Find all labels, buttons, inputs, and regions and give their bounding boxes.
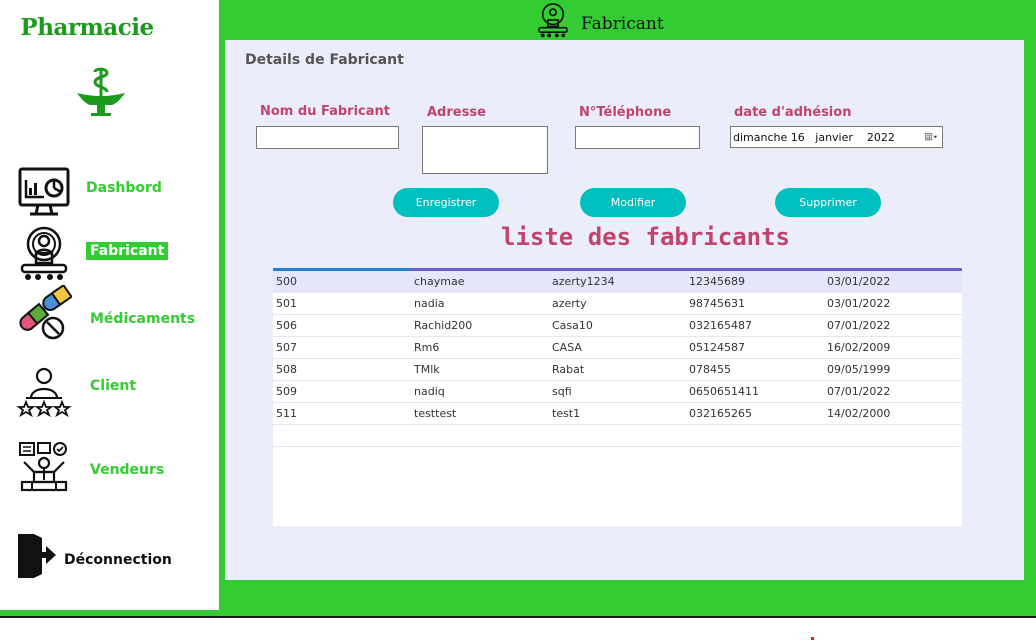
sidebar-item-label: Déconnection [64,552,172,568]
table-cell: azerty1234 [552,275,615,288]
list-title: liste des fabricants [501,223,790,251]
table-cell: Rm6 [414,341,440,354]
table-cell: Rabat [552,363,585,376]
table-cell: 03/01/2022 [827,297,891,310]
app-brand: Pharmacie [20,14,154,41]
table-cell: 12345689 [689,275,745,288]
table-cell: 14/02/2000 [827,407,891,420]
table-cell: Rachid200 [414,319,473,332]
table-cell: 507 [276,341,297,354]
manufacturer-icon [20,226,68,280]
edit-button[interactable]: Modifier [580,188,686,217]
table-row[interactable]: 506 Rachid200 Casa10 032165487 07/01/2022 [273,315,962,337]
table-cell: 05124587 [689,341,745,354]
sidebar-item-label: Dashbord [86,180,162,196]
manufacturers-table[interactable]: 500 chaymae azerty1234 12345689 03/01/2022 50… [273,268,962,526]
table-row[interactable]: 511 testtest test1 032165265 14/02/2000 [273,403,962,425]
logout-icon [18,534,56,578]
sidebar-item-label: Médicaments [90,311,196,327]
table-cell: 078455 [689,363,731,376]
sidebar-item-client[interactable]: Client [0,362,219,418]
date-picker[interactable]: dimanche 16 janvier 2022 [730,126,943,148]
table-cell: TMlk [414,363,440,376]
caduceus-logo-icon [77,67,125,116]
calendar-dropdown-icon[interactable] [925,131,938,143]
date-weekday: dimanche [733,130,788,144]
table-cell: 501 [276,297,297,310]
sidebar-item-dashbord[interactable]: Dashbord [0,162,219,218]
logout-button[interactable]: Déconnection [0,530,219,586]
table-cell: 500 [276,275,297,288]
table-cell: 511 [276,407,297,420]
table-row[interactable]: 501 nadia azerty 98745631 03/01/2022 [273,293,962,315]
delete-button[interactable]: Supprimer [775,188,881,217]
table-row[interactable] [273,425,962,447]
table-cell: 509 [276,385,297,398]
manufacturer-icon [538,3,568,38]
date-month: janvier [815,130,853,144]
table-cell: 07/01/2022 [827,319,891,332]
stray-dot [811,637,814,640]
save-button[interactable]: Enregistrer [393,188,499,217]
table-cell: 98745631 [689,297,745,310]
table-cell: test1 [552,407,581,420]
phone-input[interactable] [575,126,700,149]
dashboard-icon [18,167,70,216]
client-icon [16,367,72,418]
date-year: 2022 [866,130,895,144]
table-cell: 09/05/1999 [827,363,891,376]
table-cell: 508 [276,363,297,376]
table-cell: 07/01/2022 [827,385,891,398]
table-cell: Casa10 [552,319,593,332]
page-title: Fabricant [581,14,664,34]
address-label: Adresse [427,105,486,120]
pills-icon [19,285,72,340]
table-cell: nadia [414,297,445,310]
table-cell: 032165487 [689,319,752,332]
table-row[interactable]: 507 Rm6 CASA 05124587 16/02/2009 [273,337,962,359]
table-cell: azerty [552,297,587,310]
manufacturer-panel: Details de Fabricant Nom du Fabricant Ad… [225,40,1024,580]
table-cell: 0650651411 [689,385,759,398]
name-input[interactable] [256,126,399,149]
sidebar-item-vendeurs[interactable]: Vendeurs [0,440,219,496]
sidebar-item-medicaments[interactable]: Médicaments [0,285,219,341]
address-textarea[interactable] [422,126,548,174]
table-cell: chaymae [414,275,465,288]
table-cell: CASA [552,341,582,354]
table-row[interactable]: 508 TMlk Rabat 078455 09/05/1999 [273,359,962,381]
table-row[interactable]: 509 nadiq sqfi 0650651411 07/01/2022 [273,381,962,403]
divider [0,616,1036,618]
sidebar-item-label: Vendeurs [90,462,165,478]
date-day: 16 [790,130,805,144]
date-label: date d'adhésion [734,105,852,120]
sidebar: Pharmacie Dashbord Fabricant Médicaments… [0,0,219,610]
table-cell: 03/01/2022 [827,275,891,288]
section-title: Details de Fabricant [245,52,404,68]
table-cell: testtest [414,407,457,420]
table-cell: 032165265 [689,407,752,420]
sidebar-item-fabricant[interactable]: Fabricant [0,225,219,281]
phone-label: N°Téléphone [579,105,672,120]
table-row[interactable]: 500 chaymae azerty1234 12345689 03/01/2022 [273,271,962,293]
table-cell: sqfi [552,385,572,398]
sidebar-item-label: Fabricant [86,242,169,260]
table-cell: 506 [276,319,297,332]
name-label: Nom du Fabricant [260,104,390,119]
table-cell: nadiq [414,385,445,398]
sellers-icon [19,442,68,492]
sidebar-item-label: Client [90,378,137,394]
table-cell: 16/02/2009 [827,341,891,354]
